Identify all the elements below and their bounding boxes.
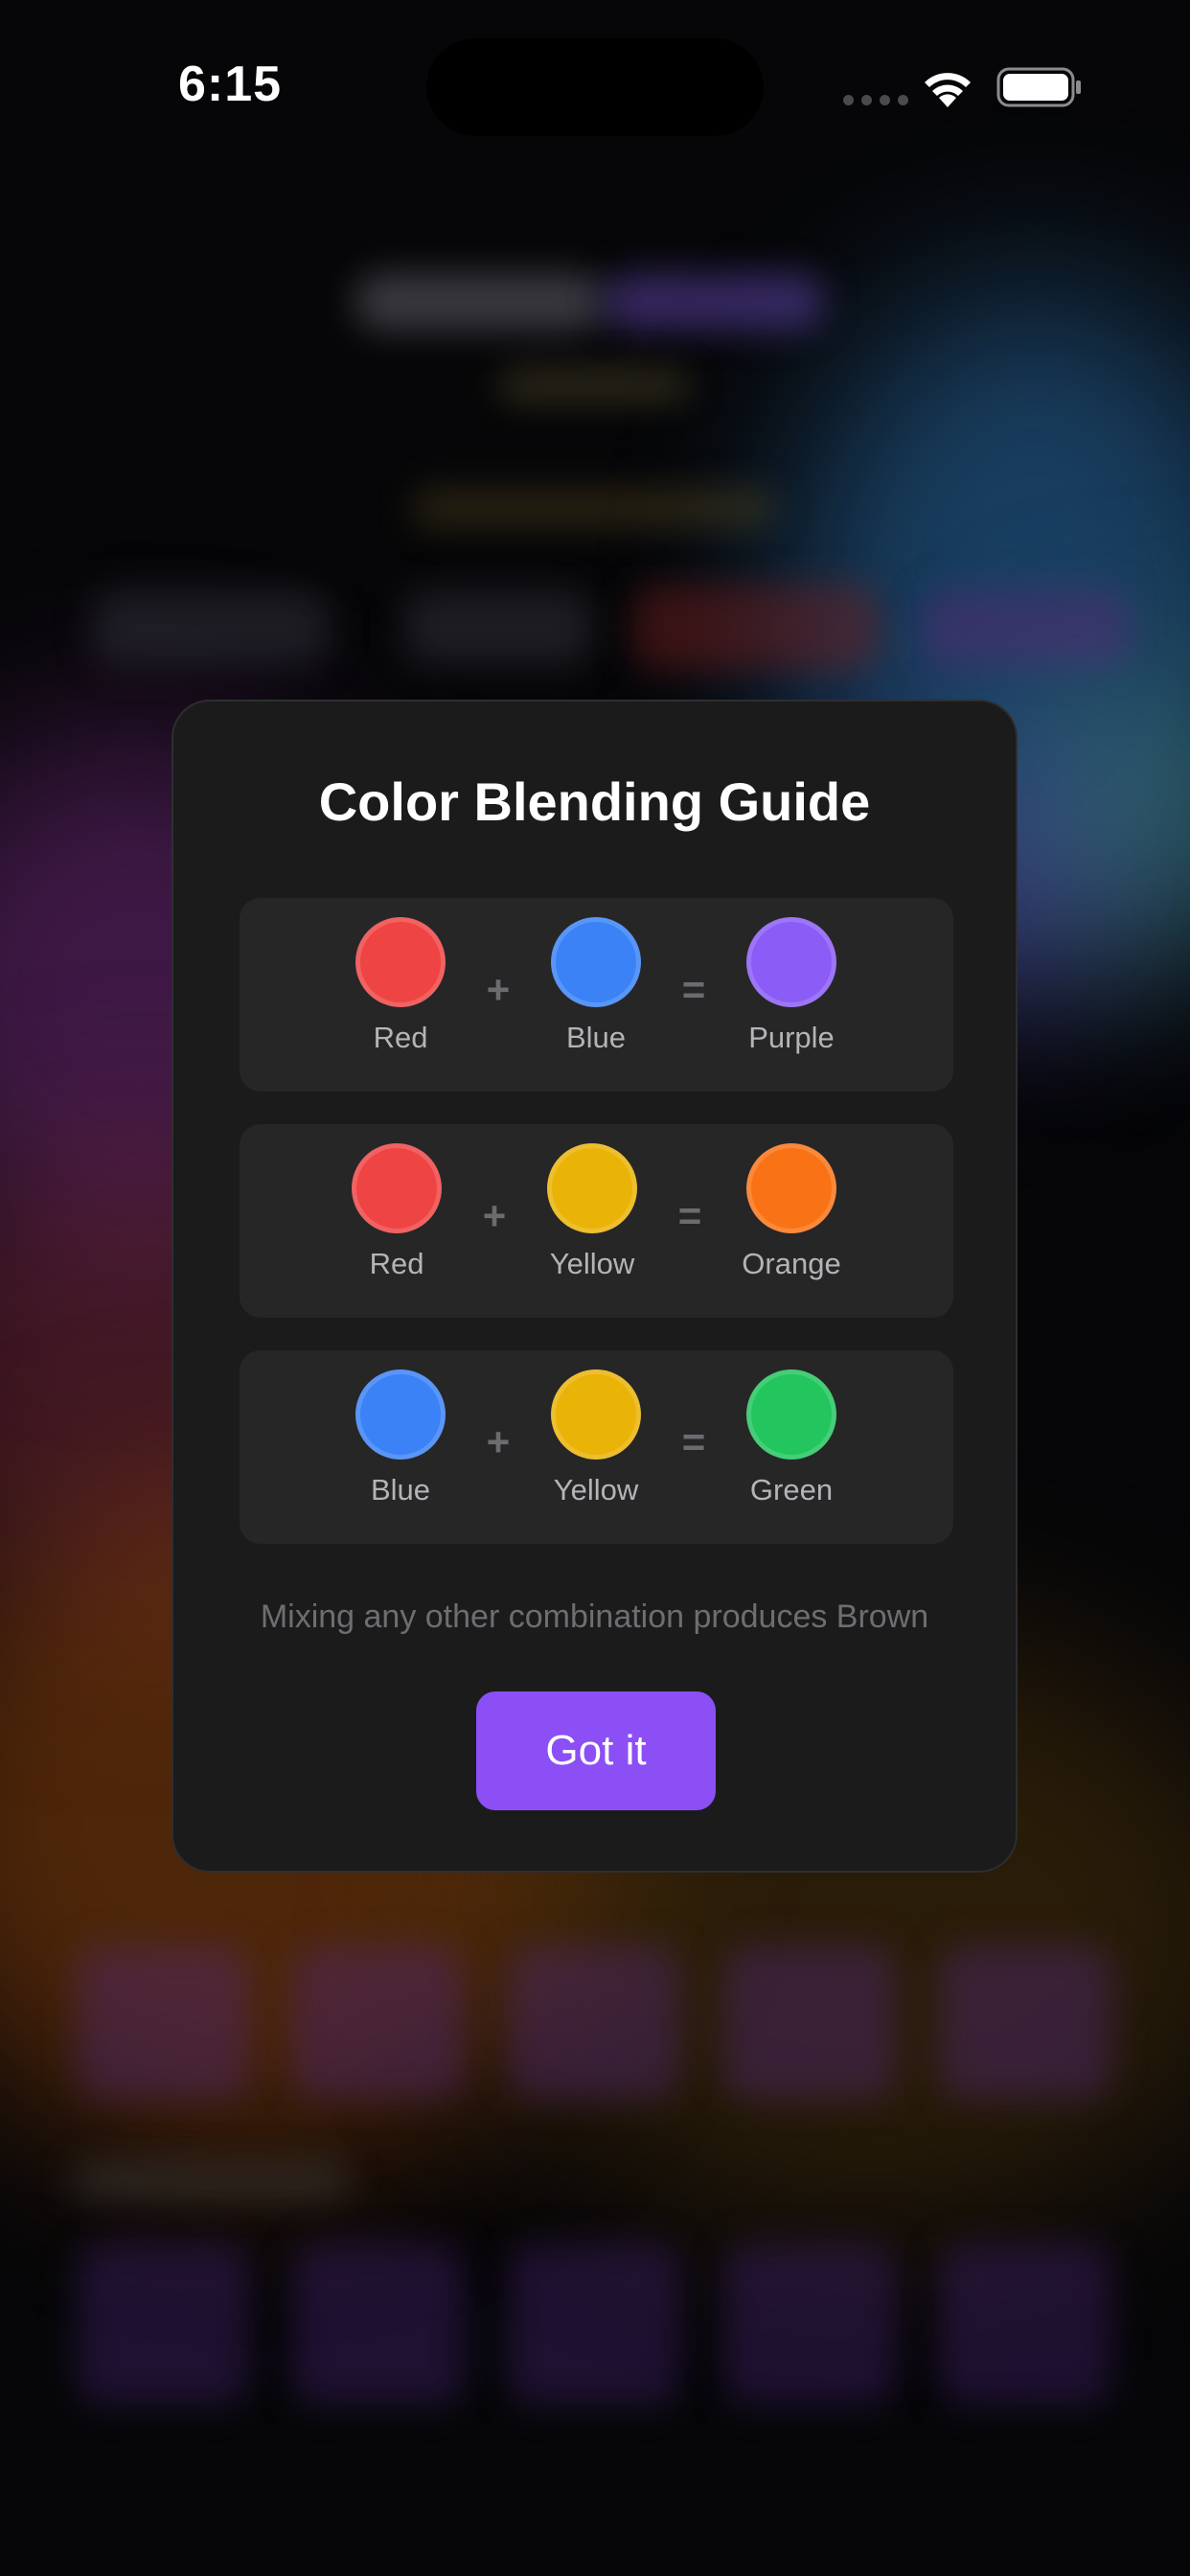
dynamic-island <box>426 38 764 136</box>
blurred-shape <box>355 273 604 331</box>
color-swatch <box>551 917 641 1007</box>
wifi-icon <box>925 73 971 107</box>
color-label: Blue <box>565 1021 627 1054</box>
blurred-shape <box>920 589 1131 666</box>
first-color: Red <box>310 1143 483 1281</box>
blurred-shape <box>91 589 331 666</box>
color-swatch <box>551 1369 641 1460</box>
color-swatch <box>355 1369 446 1460</box>
color-swatch <box>355 917 446 1007</box>
first-color: Blue <box>314 1369 487 1507</box>
signal-icon <box>843 95 908 105</box>
blend-combo-row: Red + Yellow = Orange <box>240 1124 953 1318</box>
blurred-shape <box>77 1945 249 2099</box>
blend-combo-row: Red + Blue = Purple <box>240 898 953 1092</box>
blurred-shape <box>604 273 824 331</box>
color-swatch <box>746 1369 836 1460</box>
color-blending-guide-dialog: Color Blending Guide Red + Blue = Purple… <box>172 700 1018 1873</box>
first-color: Red <box>314 917 487 1055</box>
blurred-shape <box>412 489 776 527</box>
blurred-shape <box>723 1945 896 2099</box>
result-color: Green <box>705 1369 878 1507</box>
status-bar: 6:15 <box>0 0 1190 172</box>
dialog-title: Color Blending Guide <box>318 771 871 832</box>
second-color: Yellow <box>510 1369 682 1507</box>
color-swatch <box>746 1143 836 1233</box>
second-color: Yellow <box>506 1143 678 1281</box>
blurred-shape <box>508 2242 680 2405</box>
color-swatch <box>547 1143 637 1233</box>
blurred-shape <box>632 585 881 671</box>
blurred-shape <box>292 2242 465 2405</box>
color-label: Red <box>373 1021 428 1054</box>
result-color: Purple <box>705 917 878 1055</box>
blurred-shape <box>723 2242 896 2405</box>
blurred-shape <box>72 2161 350 2199</box>
brown-mixing-hint: Mixing any other combination produces Br… <box>260 1598 929 1635</box>
got-it-button[interactable]: Got it <box>476 1691 716 1810</box>
color-label: Yellow <box>549 1247 635 1280</box>
blurred-shape <box>402 589 594 666</box>
battery-icon <box>996 67 1081 107</box>
blurred-shape <box>292 1945 465 2099</box>
color-label: Blue <box>370 1473 431 1506</box>
app-screen: 6:15 Color Blending Guide Red + Blue = P… <box>0 0 1190 2576</box>
blurred-shape <box>508 1945 680 2099</box>
blurred-shape <box>77 2242 249 2405</box>
blurred-shape <box>939 1945 1111 2099</box>
blend-combo-row: Blue + Yellow = Green <box>240 1350 953 1544</box>
color-label: Yellow <box>553 1473 639 1506</box>
color-label: Red <box>369 1247 424 1280</box>
status-time: 6:15 <box>178 57 283 112</box>
color-swatch <box>746 917 836 1007</box>
result-color: Orange <box>705 1143 878 1281</box>
blurred-shape <box>939 2242 1111 2405</box>
blurred-shape <box>498 369 690 402</box>
color-label: Orange <box>742 1247 841 1280</box>
color-label: Green <box>749 1473 834 1506</box>
color-swatch <box>352 1143 442 1233</box>
second-color: Blue <box>510 917 682 1055</box>
color-label: Purple <box>748 1021 835 1054</box>
